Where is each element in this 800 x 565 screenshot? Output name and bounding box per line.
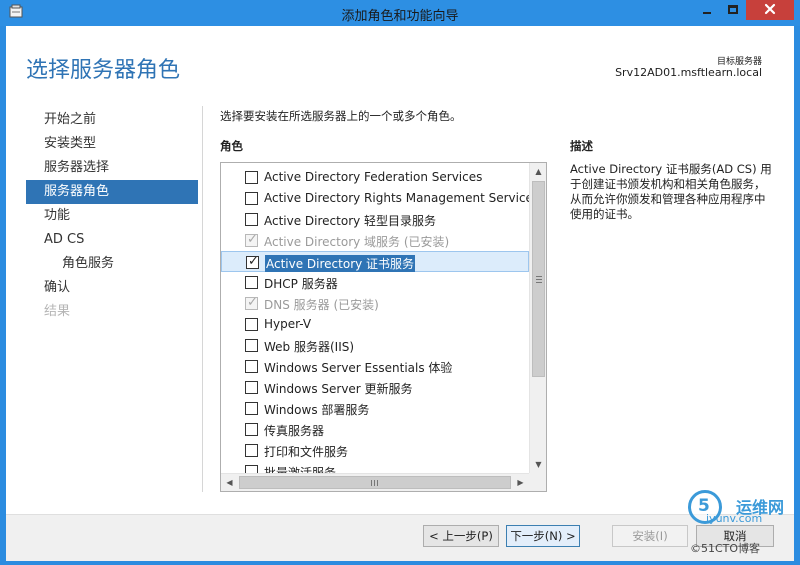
role-label: 打印和文件服务 bbox=[264, 445, 349, 459]
next-button[interactable]: 下一步(N) > bbox=[506, 525, 580, 547]
role-label: Windows Server 更新服务 bbox=[264, 382, 413, 396]
role-label: Web 服务器(IIS) bbox=[264, 340, 355, 354]
role-label: Hyper-V bbox=[264, 317, 312, 331]
nav-item-server-roles[interactable]: 服务器角色 bbox=[26, 180, 198, 204]
role-label: Active Directory Federation Services bbox=[264, 170, 483, 184]
role-label: Windows 部署服务 bbox=[264, 403, 370, 417]
role-row[interactable]: 批量激活服务 bbox=[221, 461, 529, 473]
instruction-text: 选择要安装在所选服务器上的一个或多个角色。 bbox=[220, 109, 462, 123]
role-label: DNS 服务器 (已安装) bbox=[264, 298, 379, 312]
role-row[interactable]: 打印和文件服务 bbox=[221, 440, 529, 461]
nav-item-installation-type[interactable]: 安装类型 bbox=[26, 132, 198, 156]
scrollbar-corner bbox=[529, 473, 546, 491]
role-checkbox[interactable] bbox=[245, 171, 258, 184]
role-checkbox[interactable] bbox=[245, 276, 258, 289]
nav-item-ad-cs[interactable]: AD CS bbox=[26, 228, 198, 252]
maximize-button[interactable] bbox=[720, 0, 746, 20]
role-checkbox: ✓ bbox=[245, 295, 258, 310]
wizard-client-area: 选择服务器角色 目标服务器 Srv12AD01.msftlearn.local … bbox=[6, 26, 794, 561]
close-button[interactable] bbox=[746, 0, 794, 20]
role-label: Active Directory 轻型目录服务 bbox=[264, 214, 437, 228]
nav-divider bbox=[202, 106, 203, 492]
role-description: Active Directory 证书服务(AD CS) 用于创建证书颁发机构和… bbox=[570, 162, 772, 221]
close-icon bbox=[764, 3, 776, 15]
grip-icon bbox=[371, 480, 378, 486]
vertical-scrollbar[interactable]: ▲ ▼ bbox=[529, 163, 546, 473]
description-header: 描述 bbox=[570, 139, 593, 153]
scroll-up-icon[interactable]: ▲ bbox=[530, 163, 546, 180]
role-checkbox[interactable] bbox=[245, 192, 258, 205]
role-checkbox[interactable] bbox=[245, 213, 258, 226]
role-row[interactable]: Hyper-V bbox=[221, 314, 529, 335]
nav-item-role-services[interactable]: 角色服务 bbox=[26, 252, 198, 276]
role-checkbox[interactable] bbox=[245, 318, 258, 331]
role-row[interactable]: Active Directory Federation Services bbox=[221, 167, 529, 188]
role-label: 批量激活服务 bbox=[264, 466, 337, 473]
role-row[interactable]: Windows Server Essentials 体验 bbox=[221, 356, 529, 377]
nav-item-features[interactable]: 功能 bbox=[26, 204, 198, 228]
roles-list: Active Directory Federation Services Acti… bbox=[221, 163, 529, 473]
vertical-scroll-thumb[interactable] bbox=[532, 181, 545, 377]
role-checkbox[interactable] bbox=[245, 381, 258, 394]
role-row: ✓ Active Directory 域服务 (已安装) bbox=[221, 230, 529, 251]
role-checkbox[interactable] bbox=[245, 402, 258, 415]
role-label: DHCP 服务器 bbox=[264, 277, 338, 291]
role-row: ✓ DNS 服务器 (已安装) bbox=[221, 293, 529, 314]
role-row[interactable]: Active Directory 轻型目录服务 bbox=[221, 209, 529, 230]
nav-item-before-you-begin[interactable]: 开始之前 bbox=[26, 108, 198, 132]
horizontal-scrollbar[interactable]: ◀ ▶ bbox=[221, 473, 529, 491]
role-checkbox: ✓ bbox=[245, 232, 258, 247]
minimize-icon bbox=[703, 12, 711, 14]
install-button: 安装(I) bbox=[612, 525, 688, 547]
role-checkbox[interactable] bbox=[245, 360, 258, 373]
watermark-url: iyunv.com bbox=[706, 512, 763, 525]
wizard-window: 添加角色和功能向导 选择服务器角色 目标服务器 Srv12AD01.msftle… bbox=[0, 0, 800, 565]
role-checkbox[interactable] bbox=[245, 444, 258, 457]
checkmark-icon: ✓ bbox=[247, 232, 258, 247]
role-checkbox[interactable] bbox=[245, 465, 258, 473]
role-row[interactable]: DHCP 服务器 bbox=[221, 272, 529, 293]
roles-header: 角色 bbox=[220, 139, 243, 153]
page-title: 选择服务器角色 bbox=[26, 58, 181, 83]
scroll-left-icon[interactable]: ◀ bbox=[221, 474, 238, 491]
nav-item-confirmation[interactable]: 确认 bbox=[26, 276, 198, 300]
role-label: 传真服务器 bbox=[264, 424, 325, 438]
target-server-value: Srv12AD01.msftlearn.local bbox=[615, 66, 762, 79]
wizard-footer: < 上一步(P) 下一步(N) > 安装(I) 取消 bbox=[6, 514, 794, 561]
nav-item-server-selection[interactable]: 服务器选择 bbox=[26, 156, 198, 180]
checkmark-icon: ✓ bbox=[248, 254, 259, 269]
role-row[interactable]: Active Directory Rights Management Servi… bbox=[221, 188, 529, 209]
roles-listbox[interactable]: Active Directory Federation Services Acti… bbox=[220, 162, 547, 492]
role-checkbox[interactable] bbox=[245, 339, 258, 352]
wizard-nav: 开始之前 安装类型 服务器选择 服务器角色 功能 AD CS 角色服务 确认 结… bbox=[26, 108, 198, 324]
role-label: Active Directory Rights Management Servi… bbox=[264, 191, 529, 205]
role-checkbox[interactable] bbox=[245, 423, 258, 436]
title-bar[interactable]: 添加角色和功能向导 bbox=[0, 0, 800, 26]
role-label: Windows Server Essentials 体验 bbox=[264, 361, 453, 375]
scroll-down-icon[interactable]: ▼ bbox=[530, 456, 546, 473]
previous-button[interactable]: < 上一步(P) bbox=[423, 525, 499, 547]
role-label: Active Directory 证书服务 bbox=[265, 255, 416, 272]
role-row[interactable]: Web 服务器(IIS) bbox=[221, 335, 529, 356]
role-label: Active Directory 域服务 (已安装) bbox=[264, 235, 450, 249]
nav-item-results: 结果 bbox=[44, 304, 71, 319]
role-row[interactable]: Windows Server 更新服务 bbox=[221, 377, 529, 398]
scroll-right-icon[interactable]: ▶ bbox=[512, 474, 529, 491]
grip-icon bbox=[536, 276, 542, 283]
checkmark-icon: ✓ bbox=[247, 295, 258, 310]
window-title: 添加角色和功能向导 bbox=[341, 9, 459, 24]
watermark-blog: ©51CTO博客 bbox=[690, 542, 761, 555]
role-row[interactable]: Windows 部署服务 bbox=[221, 398, 529, 419]
role-row[interactable]: 传真服务器 bbox=[221, 419, 529, 440]
minimize-button[interactable] bbox=[694, 0, 720, 20]
maximize-icon bbox=[728, 5, 738, 14]
role-checkbox[interactable]: ✓ bbox=[246, 254, 259, 269]
horizontal-scroll-thumb[interactable] bbox=[239, 476, 511, 489]
role-row[interactable]: ✓ Active Directory 证书服务 bbox=[221, 251, 529, 272]
